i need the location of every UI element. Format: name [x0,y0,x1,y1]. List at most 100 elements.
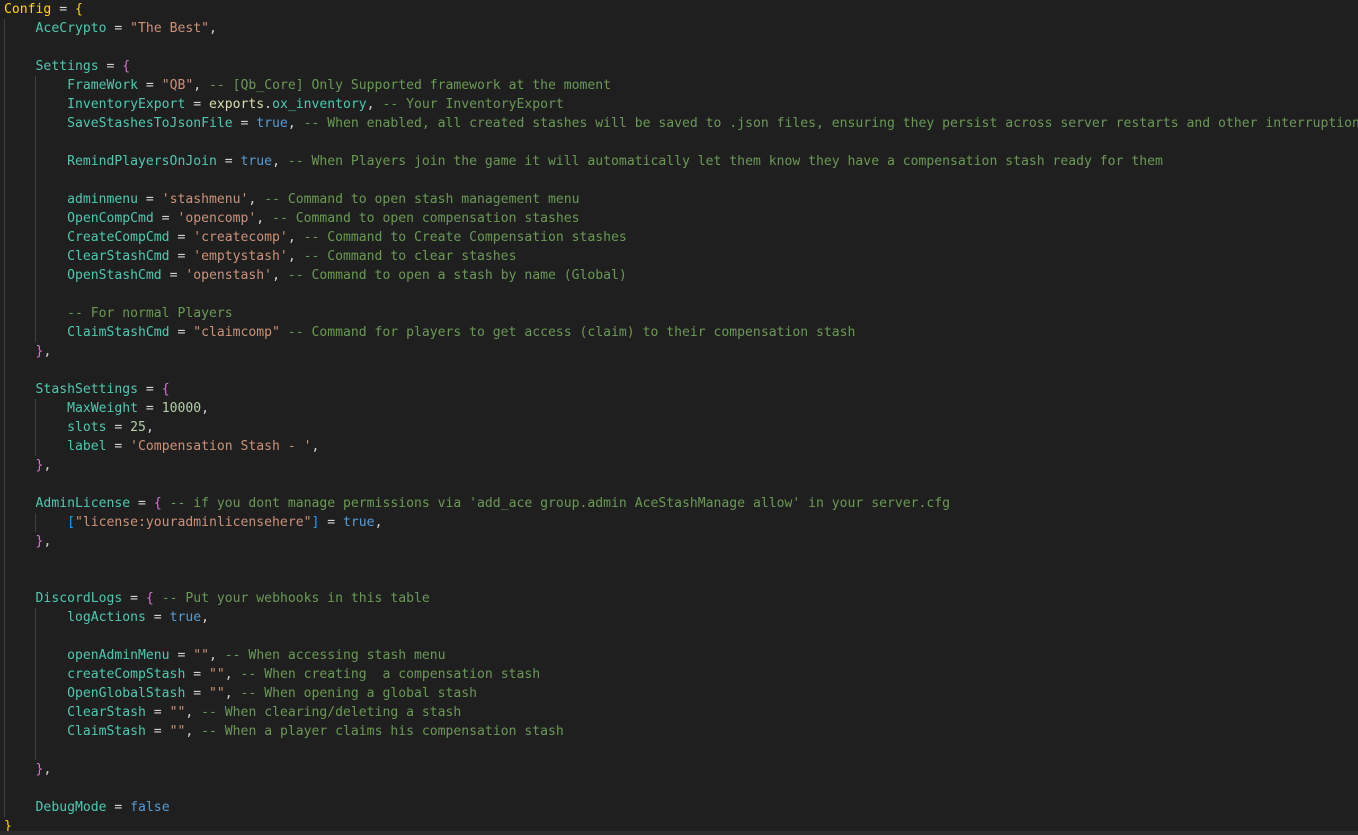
code-line[interactable]: CreateCompCmd = 'createcomp', -- Command… [4,228,1358,247]
code-line[interactable]: StashSettings = { [4,380,1358,399]
code-line[interactable]: ["license:youradminlicensehere"] = true, [4,513,1358,532]
code-token: { [122,59,131,74]
indent-guide [4,589,5,608]
code-token: OpenStashCmd [67,268,162,283]
code-line[interactable]: openAdminMenu = "", -- When accessing st… [4,646,1358,665]
code-token: -- if you dont manage permissions via 'a… [169,496,951,511]
code-token: logActions [67,610,146,625]
code-token: = [169,325,194,340]
code-token: false [130,800,170,815]
code-line[interactable] [4,570,1358,589]
indent-guide [4,475,5,494]
code-line[interactable]: OpenGlobalStash = "", -- When opening a … [4,684,1358,703]
code-token: = [169,648,194,663]
code-line[interactable]: AdminLicense = { -- if you dont manage p… [4,494,1358,513]
code-token: DiscordLogs [35,591,123,606]
code-token: , [224,686,241,701]
code-line[interactable]: }, [4,342,1358,361]
indent-guide [4,760,5,779]
indent-guide [4,798,5,817]
code-line[interactable]: RemindPlayersOnJoin = true, -- When Play… [4,152,1358,171]
code-line[interactable] [4,475,1358,494]
code-line[interactable] [4,741,1358,760]
code-line[interactable] [4,361,1358,380]
code-line[interactable]: ClearStashCmd = 'emptystash', -- Command… [4,247,1358,266]
indent-guide [35,152,36,171]
code-line[interactable] [4,133,1358,152]
code-token: true [169,610,202,625]
indent-guide [35,228,36,247]
horizontal-scrollbar[interactable] [0,831,1358,835]
code-token: -- Command for players to get access (cl… [287,325,856,340]
indent-guide [35,76,36,95]
code-line[interactable]: OpenCompCmd = 'opencomp', -- Command to … [4,209,1358,228]
code-line[interactable]: AceCrypto = "The Best", [4,19,1358,38]
code-line[interactable]: DebugMode = false [4,798,1358,817]
code-line[interactable]: logActions = true, [4,608,1358,627]
code-token: , [256,211,273,226]
code-token: "" [208,686,225,701]
code-line[interactable]: }, [4,456,1358,475]
indent-guide [4,285,5,304]
indent-guide [4,437,5,456]
code-line[interactable]: InventoryExport = exports.ox_inventory, … [4,95,1358,114]
code-token: -- When opening a global stash [240,686,478,701]
indent-guide [35,95,36,114]
code-token: AceCrypto [35,21,107,36]
code-line[interactable]: ClaimStashCmd = "claimcomp" -- Command f… [4,323,1358,342]
code-token: Settings [35,59,99,74]
code-token: -- Command to open stash management menu [264,192,580,207]
code-token: SaveStashesToJsonFile [67,116,233,131]
code-token: = [138,401,162,416]
code-token: -- Command to clear stashes [303,249,517,264]
indent-guide [4,171,5,190]
code-line[interactable]: }, [4,532,1358,551]
code-line[interactable]: slots = 25, [4,418,1358,437]
indent-guide [4,399,5,418]
code-token: = [145,705,170,720]
code-line[interactable]: SaveStashesToJsonFile = true, -- When en… [4,114,1358,133]
code-editor[interactable]: Config = { AceCrypto = "The Best", Setti… [0,0,1358,835]
code-line[interactable]: MaxWeight = 10000, [4,399,1358,418]
code-line[interactable]: createCompStash = "", -- When creating a… [4,665,1358,684]
code-token: -- Your InventoryExport [382,97,564,112]
code-token: ClearStash [67,705,146,720]
code-line[interactable] [4,285,1358,304]
code-line[interactable]: label = 'Compensation Stash - ', [4,437,1358,456]
code-token: , [209,21,217,36]
code-line[interactable] [4,779,1358,798]
code-token: -- Put your webhooks in this table [161,591,430,606]
code-token: , [185,724,202,739]
indent-guide [35,171,36,190]
code-line[interactable]: }, [4,760,1358,779]
code-token: , [272,268,288,283]
code-token: , [287,249,304,264]
code-token: = [51,2,75,17]
code-token: "" [169,705,186,720]
code-line[interactable]: ClaimStash = "", -- When a player claims… [4,722,1358,741]
code-line[interactable]: OpenStashCmd = 'openstash', -- Command t… [4,266,1358,285]
code-content[interactable]: Config = { AceCrypto = "The Best", Setti… [4,0,1358,835]
code-line[interactable] [4,551,1358,570]
code-line[interactable]: DiscordLogs = { -- Put your webhooks in … [4,589,1358,608]
code-token: , [43,762,52,777]
code-line[interactable] [4,38,1358,57]
code-token: = [185,667,209,682]
code-line[interactable]: FrameWork = "QB", -- [Qb_Core] Only Supp… [4,76,1358,95]
code-line[interactable]: Settings = { [4,57,1358,76]
indent-guide [4,114,5,133]
code-line[interactable]: Config = { [4,0,1358,19]
code-token: { [161,382,170,397]
code-line[interactable]: adminmenu = 'stashmenu', -- Command to o… [4,190,1358,209]
indent-guide [35,684,36,703]
code-line[interactable]: -- For normal Players [4,304,1358,323]
code-line[interactable] [4,627,1358,646]
code-token: "The Best" [130,21,209,36]
code-line[interactable]: ClearStash = "", -- When clearing/deleti… [4,703,1358,722]
code-token: ClearStashCmd [67,249,170,264]
code-line[interactable] [4,171,1358,190]
indent-guide [4,19,5,38]
code-token: . [264,97,273,112]
